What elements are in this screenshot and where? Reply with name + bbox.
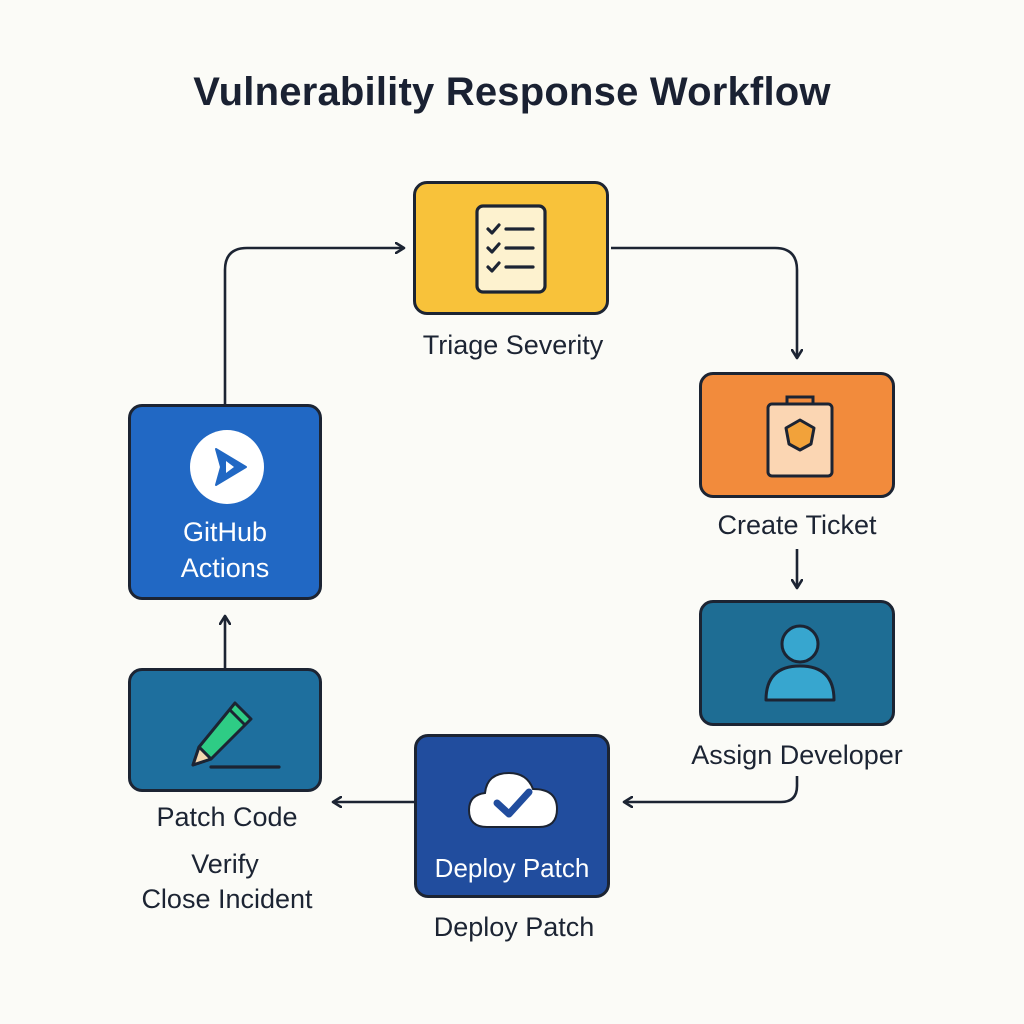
arrow-github-to-triage xyxy=(223,248,404,404)
verify-label: Verify xyxy=(191,849,259,879)
deploy-patch-inner-label: Deploy Patch xyxy=(434,853,590,883)
github-actions-line-2: Actions xyxy=(180,553,270,583)
node-create-ticket[interactable] xyxy=(699,372,895,498)
arrow-triage-to-ticket xyxy=(611,246,797,358)
patch-code-label: Patch Code xyxy=(156,802,298,832)
deploy-patch-label: Deploy Patch xyxy=(433,912,595,942)
arrow-assign-to-deploy xyxy=(624,776,799,802)
play-circle-icon xyxy=(190,430,264,504)
create-ticket-label: Create Ticket xyxy=(717,510,877,540)
workflow-diagram: Vulnerability Response Workflow Triage S… xyxy=(0,0,1024,1024)
ticket-bag-icon xyxy=(766,395,834,478)
checklist-icon xyxy=(475,204,547,294)
node-deploy-patch[interactable]: Deploy Patch xyxy=(414,734,610,898)
node-patch-code[interactable] xyxy=(128,668,322,792)
node-triage-severity[interactable] xyxy=(413,181,609,315)
close-incident-label: Close Incident xyxy=(141,884,313,914)
github-actions-line-1: GitHub xyxy=(182,517,268,547)
user-icon xyxy=(764,624,836,702)
cloud-check-icon xyxy=(467,771,559,828)
node-assign-developer[interactable] xyxy=(699,600,895,726)
node-github-actions[interactable]: GitHub Actions xyxy=(128,404,322,600)
assign-developer-label: Assign Developer xyxy=(691,740,903,770)
pencil-icon xyxy=(191,701,281,769)
triage-severity-label: Triage Severity xyxy=(422,330,604,360)
